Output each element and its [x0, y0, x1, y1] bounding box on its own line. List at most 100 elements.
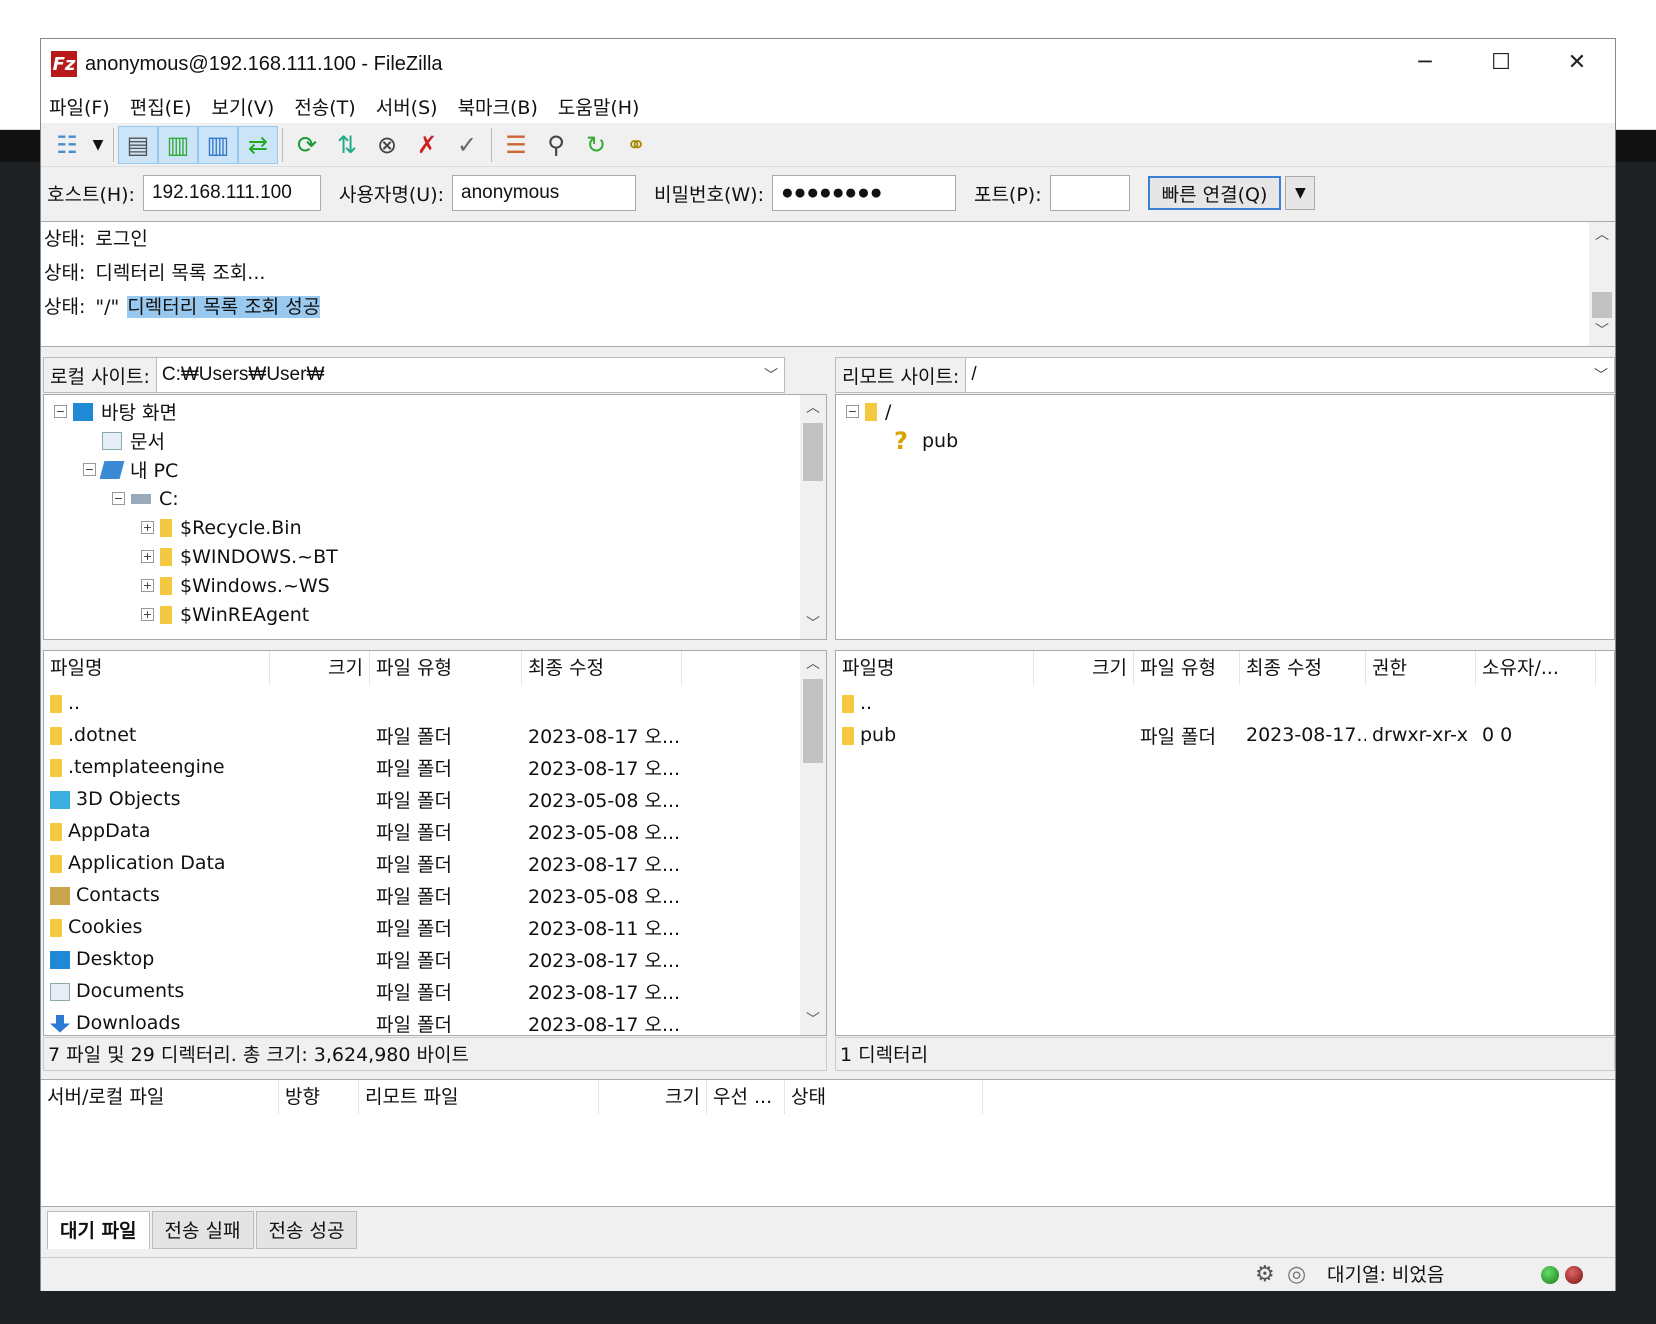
column-header[interactable]: 파일명	[836, 651, 1034, 685]
search-icon[interactable]: ⚭	[616, 126, 656, 164]
remote-path-input[interactable]: / ﹀	[965, 358, 1614, 392]
file-cell: 파일 폴더	[370, 978, 522, 1005]
log-scrollbar[interactable]: ︿ ﹀	[1589, 222, 1615, 346]
folder-icon	[50, 854, 62, 873]
file-row[interactable]: .templateengine 파일 폴더 2023-08-17 오...	[44, 751, 826, 783]
tree-node[interactable]: 문서	[83, 426, 165, 455]
file-row[interactable]: Contacts 파일 폴더 2023-05-08 오...	[44, 879, 826, 911]
queue-column-header[interactable]: 상태	[785, 1080, 983, 1114]
queue-column-header[interactable]: 방향	[279, 1080, 359, 1114]
queue-column-header[interactable]: 크기	[599, 1080, 707, 1114]
file-row[interactable]: pub 파일 폴더 2023-08-17... drwxr-xr-x 0 0	[836, 719, 1614, 751]
port-input[interactable]	[1049, 175, 1130, 211]
expand-icon[interactable]: +	[141, 608, 154, 621]
file-cell: 파일 폴더	[370, 722, 522, 749]
quickconnect-dropdown-icon[interactable]: ▼	[1285, 176, 1316, 210]
log-line: 상태: "/" 디렉터리 목록 조회 성공	[41, 290, 1615, 324]
menu-item[interactable]: 북마크(B)	[458, 93, 538, 120]
file-cell: 2023-05-08 오...	[522, 818, 682, 845]
cancel-icon[interactable]: ⊗	[367, 126, 407, 164]
file-cell: Documents	[44, 980, 270, 1002]
column-header[interactable]: 크기	[1034, 651, 1134, 685]
disconnect-icon[interactable]: ✗	[407, 126, 447, 164]
sync-browse-icon[interactable]: ↻	[576, 126, 616, 164]
cell-text: drwxr-xr-x	[1372, 724, 1469, 746]
tree-label: 내 PC	[130, 460, 179, 482]
menu-item[interactable]: 도움말(H)	[558, 93, 640, 120]
menu-item[interactable]: 파일(F)	[49, 93, 110, 120]
menu-item[interactable]: 서버(S)	[376, 93, 438, 120]
tree-node[interactable]: − 바탕 화면	[54, 397, 177, 426]
title-bar: Fz anonymous@192.168.111.100 - FileZilla…	[41, 39, 1615, 89]
file-row[interactable]: Cookies 파일 폴더 2023-08-11 오...	[44, 911, 826, 943]
tree-node[interactable]: − C:	[112, 484, 179, 513]
collapse-icon[interactable]: −	[54, 405, 67, 418]
cell-text: 2023-08-17 오...	[528, 757, 681, 780]
column-header[interactable]: 파일 유형	[1134, 651, 1240, 685]
menu-item[interactable]: 전송(T)	[294, 93, 355, 120]
collapse-icon[interactable]: −	[83, 463, 96, 476]
tab-queue[interactable]: 대기 파일	[47, 1211, 150, 1249]
file-row[interactable]: 3D Objects 파일 폴더 2023-05-08 오...	[44, 783, 826, 815]
reconnect-icon[interactable]: ✓	[447, 126, 487, 164]
tree-node[interactable]: + $Windows.~WS	[141, 571, 330, 600]
local-path-input[interactable]: C:₩Users₩User₩ ﹀	[155, 358, 784, 392]
file-row[interactable]: Downloads 파일 폴더 2023-08-17 오...	[44, 1007, 826, 1035]
file-row[interactable]: Documents 파일 폴더 2023-08-17 오...	[44, 975, 826, 1007]
queue-column-header[interactable]: 서버/로컬 파일	[41, 1080, 279, 1114]
expand-icon[interactable]: +	[141, 521, 154, 534]
password-input[interactable]: ●●●●●●●●	[771, 175, 956, 211]
column-header[interactable]: 소유자/...	[1476, 651, 1596, 685]
column-header[interactable]: 파일 유형	[370, 651, 522, 685]
tab-queue[interactable]: 전송 성공	[255, 1211, 358, 1249]
collapse-icon[interactable]: −	[846, 405, 859, 418]
queue-column-header[interactable]: 우선 ...	[707, 1080, 785, 1114]
tree-node[interactable]: + $WinREAgent	[141, 600, 309, 629]
cell-text: 2023-08-17 오...	[528, 725, 681, 748]
file-row[interactable]: AppData 파일 폴더 2023-05-08 오...	[44, 815, 826, 847]
menu-item[interactable]: 편집(E)	[130, 93, 192, 120]
tab-queue[interactable]: 전송 실패	[151, 1211, 254, 1249]
file-row[interactable]: ..	[44, 687, 826, 719]
minimize-button[interactable]: ─	[1387, 39, 1463, 85]
column-header[interactable]: 권한	[1366, 651, 1476, 685]
site-manager-dropdown-icon[interactable]: ▼	[87, 126, 109, 164]
tree-node[interactable]: + $WINDOWS.~BT	[141, 542, 338, 571]
tree-node[interactable]: + $Recycle.Bin	[141, 513, 302, 542]
toggle-log-icon[interactable]: ▤	[118, 125, 158, 164]
file-cell: 파일 폴더	[370, 914, 522, 941]
column-header[interactable]: 최종 수정	[1240, 651, 1366, 685]
column-header[interactable]: 최종 수정	[522, 651, 682, 685]
local-tree-scrollbar[interactable]: ︿ ﹀	[800, 395, 826, 639]
maximize-button[interactable]: ☐	[1463, 39, 1539, 85]
quickconnect-button[interactable]: 빠른 연결(Q)	[1147, 176, 1282, 210]
username-input[interactable]: anonymous	[452, 175, 637, 211]
queue-column-header[interactable]: 리모트 파일	[359, 1080, 599, 1114]
file-row[interactable]: ..	[836, 687, 1614, 719]
refresh-icon[interactable]: ⟳	[287, 126, 327, 164]
tree-node[interactable]: − /	[846, 397, 891, 426]
site-manager-icon[interactable]: ☷	[47, 126, 87, 164]
chevron-down-icon[interactable]: ﹀	[764, 358, 778, 392]
expand-icon[interactable]: +	[141, 579, 154, 592]
process-queue-icon[interactable]: ⇅	[327, 126, 367, 164]
file-row[interactable]: .dotnet 파일 폴더 2023-08-17 오...	[44, 719, 826, 751]
speed-limit-icon[interactable]: ◎	[1287, 1262, 1306, 1287]
expand-icon[interactable]: +	[141, 550, 154, 563]
close-button[interactable]: ✕	[1539, 39, 1615, 85]
tree-node[interactable]: − 내 PC	[83, 455, 178, 484]
column-header[interactable]: 파일명	[44, 651, 270, 685]
directory-compare-icon[interactable]: ☰	[496, 126, 536, 164]
toggle-queue-icon[interactable]: ⇄	[238, 125, 278, 164]
chevron-down-icon[interactable]: ﹀	[1594, 358, 1608, 392]
column-header[interactable]: 크기	[270, 651, 370, 685]
toggle-local-tree-icon[interactable]: ▥	[158, 125, 198, 164]
collapse-icon[interactable]: −	[112, 492, 125, 505]
file-row[interactable]: Application Data 파일 폴더 2023-08-17 오...	[44, 847, 826, 879]
filter-icon[interactable]: ⚲	[536, 126, 576, 164]
menu-item[interactable]: 보기(V)	[212, 93, 275, 120]
toggle-remote-tree-icon[interactable]: ▥	[198, 125, 238, 164]
tree-node[interactable]: ? pub	[875, 426, 958, 455]
host-input[interactable]: 192.168.111.100	[142, 175, 321, 211]
file-row[interactable]: Desktop 파일 폴더 2023-08-17 오...	[44, 943, 826, 975]
